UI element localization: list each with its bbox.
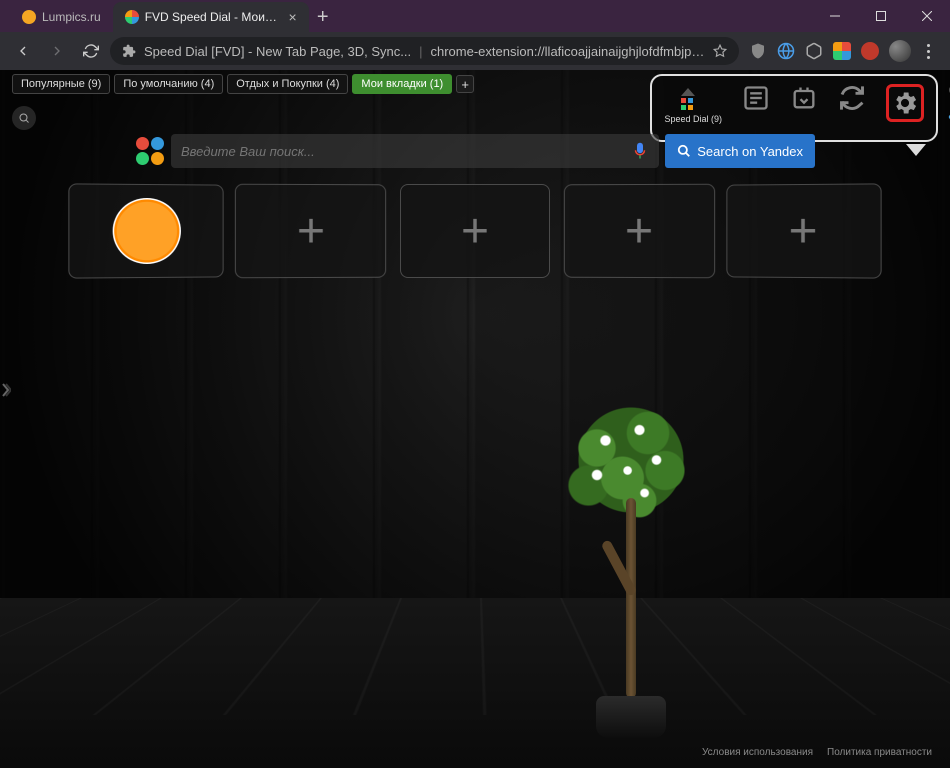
group-shopping[interactable]: Отдых и Покупки (4) (227, 74, 348, 94)
search-input[interactable] (181, 144, 631, 159)
collapse-panel-button[interactable] (906, 144, 926, 156)
extension-globe-icon[interactable] (777, 42, 795, 60)
favicon-icon (125, 10, 139, 24)
zoom-button[interactable] (12, 106, 36, 130)
browser-tab-lumpics[interactable]: Lumpics.ru (10, 2, 113, 32)
minimize-button[interactable] (812, 0, 858, 32)
speeddial-ext-icon[interactable] (833, 42, 851, 60)
extension-name: Speed Dial [FVD] - New Tab Page, 3D, Syn… (144, 44, 411, 59)
plus-icon: + (297, 203, 325, 258)
voice-search-icon[interactable] (631, 142, 649, 160)
group-default[interactable]: По умолчанию (4) (114, 74, 223, 94)
tab-title: FVD Speed Dial - Мои вкладки (145, 10, 279, 24)
dial-add-2[interactable]: + (235, 184, 386, 279)
floor-reflection (0, 598, 950, 768)
expand-sidebar-handle[interactable] (0, 370, 12, 410)
group-popular[interactable]: Популярные (9) (12, 74, 110, 94)
terms-link[interactable]: Условия использования (702, 747, 813, 758)
settings-button[interactable] (886, 84, 924, 122)
star-icon[interactable] (713, 44, 727, 58)
address-bar[interactable]: Speed Dial [FVD] - New Tab Page, 3D, Syn… (110, 37, 739, 65)
dial-add-3[interactable]: + (400, 184, 550, 278)
search-icon (677, 144, 691, 158)
privacy-link[interactable]: Политика приватности (827, 747, 932, 758)
sync-icon (838, 84, 866, 112)
maximize-button[interactable] (858, 0, 904, 32)
browser-menu-button[interactable] (921, 44, 936, 59)
plus-icon: + (625, 203, 653, 258)
dial-add-5[interactable]: + (726, 183, 881, 278)
add-group-button[interactable]: + (456, 75, 474, 93)
dials-row: + + + + (72, 184, 878, 278)
close-window-button[interactable] (904, 0, 950, 32)
gear-icon (891, 89, 919, 117)
orange-slice-icon (113, 198, 181, 264)
dial-1[interactable] (68, 183, 223, 278)
restore-icon (790, 84, 818, 112)
recently-closed-button[interactable] (790, 84, 818, 112)
speed-dial-logo-icon (135, 136, 165, 166)
browser-tab-speeddial[interactable]: FVD Speed Dial - Мои вкладки × (113, 2, 309, 32)
toolbar-panel: Speed Dial (9) (650, 74, 938, 142)
dial-add-4[interactable]: + (564, 184, 715, 279)
search-field[interactable] (171, 134, 659, 168)
magnifier-icon (18, 112, 30, 124)
ublock-icon[interactable] (749, 42, 767, 60)
favicon-icon (22, 10, 36, 24)
reload-button[interactable] (76, 36, 106, 66)
extension-icon (122, 44, 136, 58)
speed-dial-label: Speed Dial (9) (664, 114, 722, 124)
extenstion-red-icon[interactable] (861, 42, 879, 60)
group-my-tabs[interactable]: Мои вкладки (1) (352, 74, 452, 94)
extension-cube-icon[interactable] (805, 42, 823, 60)
new-tab-button[interactable]: + (309, 6, 337, 29)
speed-dial-button[interactable]: Speed Dial (9) (664, 84, 722, 124)
home-dials-icon (679, 84, 707, 112)
profile-avatar[interactable] (889, 40, 911, 62)
close-icon[interactable]: × (289, 9, 297, 25)
decorative-plant (551, 398, 711, 738)
forward-button[interactable] (42, 36, 72, 66)
back-button[interactable] (8, 36, 38, 66)
plus-icon: + (461, 204, 489, 259)
tab-title: Lumpics.ru (42, 10, 101, 24)
group-tabs-strip: Популярные (9) По умолчанию (4) Отдых и … (12, 74, 474, 94)
url-text: chrome-extension://llaficoajjainaijghjlo… (431, 44, 706, 59)
plus-icon: + (789, 203, 818, 258)
chevron-right-icon (1, 380, 11, 400)
yandex-label: Search on Yandex (697, 144, 803, 159)
most-visited-button[interactable] (742, 84, 770, 112)
newspaper-icon (742, 84, 770, 112)
sync-button[interactable] (838, 84, 866, 112)
search-yandex-button[interactable]: Search on Yandex (665, 134, 815, 168)
